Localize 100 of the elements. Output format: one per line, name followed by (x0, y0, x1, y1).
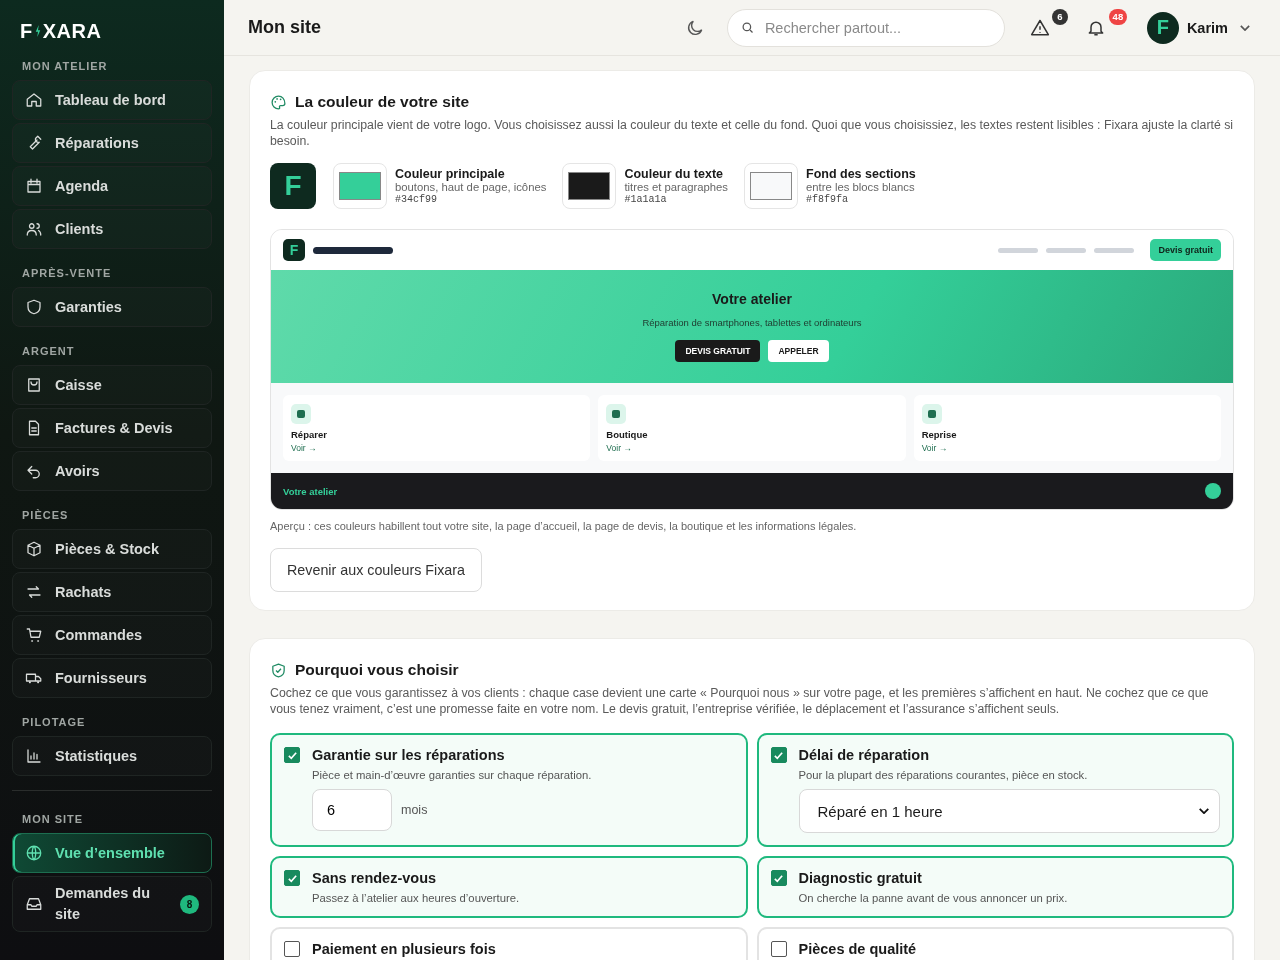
unit-label: mois (401, 803, 428, 817)
nav-item[interactable]: Avoirs (12, 451, 212, 491)
user-menu[interactable]: F Karim (1146, 11, 1250, 44)
placeholder-bar (1094, 247, 1135, 253)
checkbox[interactable] (770, 870, 787, 886)
count-badge: 6 (1051, 8, 1068, 25)
number-field[interactable]: 6 (312, 789, 392, 831)
placeholder-bar (998, 247, 1039, 253)
nav-icon (25, 895, 43, 913)
swatch-label: Couleur principale (395, 167, 506, 181)
nav-icon (25, 583, 43, 601)
preview-card-title: Réparer (291, 429, 328, 440)
nav-item[interactable]: Rachats (12, 572, 212, 612)
nav-item[interactable]: Factures & Devis (12, 408, 212, 448)
nav-icon (25, 540, 43, 558)
nav-item[interactable]: Réparations (12, 123, 212, 163)
card-description: La couleur principale vient de votre logo. Vous choisissez aussi la couleur du texte et celle du fond. Quoi que vous choisissiez, les textes restent lisibles : Fixara ajuste la clarté si besoin. (270, 117, 1234, 149)
option-title: Garantie sur les réparations (312, 747, 505, 763)
section-heading: ARGENT (21, 344, 76, 359)
nav-icon (25, 626, 43, 644)
option-card[interactable]: Diagnostic gratuit On cherche la panne avant de vous annoncer un prix. (756, 856, 1234, 918)
placeholder-bar (1046, 247, 1087, 253)
reset-button[interactable]: Revenir aux couleurs Fixara (270, 548, 482, 592)
hero-subtitle: Réparation de smartphones, tablettes et ordinateurs (642, 317, 862, 328)
section-heading: APRÈS-VENTE (21, 266, 113, 281)
nav-item[interactable]: Vue d’ensemble (12, 833, 212, 873)
card-description: Cochez ce que vous garantissez à vos clients : chaque case devient une carte « Pourquoi nous » sur votre page, et les premières s’affichent en haut. Ne cochez que ce que vous tenez vraiment, c’est une promesse faite en votre nom. Le devis gratuit, l’entreprise vérifiée, le déplacement et l’assurance s’affichent seuls. (270, 685, 1210, 717)
section-heading: PILOTAGE (21, 715, 87, 730)
page-title: Mon site (248, 17, 322, 38)
search-input[interactable]: Rechercher partout... (762, 18, 992, 37)
nav-icon (25, 747, 43, 765)
option-title: Diagnostic gratuit (798, 870, 922, 886)
nav-item[interactable]: Caisse (12, 365, 212, 405)
warning-icon (1029, 17, 1050, 38)
nav-item[interactable]: Statistiques (12, 736, 212, 776)
swatch-label: Couleur du texte (624, 167, 724, 181)
checkbox[interactable] (770, 747, 787, 763)
hex-code: #1a1a1a (624, 194, 668, 205)
option-card[interactable]: Paiement en plusieurs fois (270, 927, 748, 960)
checkbox[interactable] (284, 941, 300, 957)
preview-card-title: Reprise (921, 429, 958, 440)
avatar: F (1146, 11, 1179, 44)
nav-item[interactable]: Commandes (12, 615, 212, 655)
preview-card-title: Boutique (606, 429, 649, 440)
count-badge: 8 (180, 894, 199, 914)
select-field[interactable]: Réparé en 1 heure (798, 789, 1220, 833)
nav-item[interactable]: Fournisseurs (12, 658, 212, 698)
square-icon (291, 404, 311, 424)
hex-code: #f8f9fa (806, 194, 849, 205)
checkbox[interactable] (770, 941, 787, 957)
color-picker[interactable] (562, 163, 617, 209)
option-description: On cherche la panne avant de vous annoncer un prix. (798, 892, 1069, 904)
color-picker[interactable] (333, 163, 387, 209)
hero-title: Votre atelier (712, 291, 792, 307)
swatch-hint: titres et paragraphes (624, 181, 728, 193)
checkbox[interactable] (284, 747, 300, 763)
section-heading: MON ATELIER (21, 59, 109, 74)
option-description: Pièce et main-d’œuvre garanties sur chaque réparation. (312, 769, 593, 781)
option-card[interactable]: Sans rendez-vous Passez à l’atelier aux heures d’ouverture. (270, 856, 748, 918)
option-title: Délai de réparation (798, 747, 930, 763)
option-card[interactable]: Délai de réparation Pour la plupart des réparations courantes, pièce en stock. Réparé en 1 heure (756, 733, 1234, 847)
nav-icon (25, 91, 43, 109)
search-field[interactable]: Rechercher partout... (726, 8, 1005, 47)
option-card[interactable]: Pièces de qualité (756, 927, 1234, 960)
nav-icon (25, 220, 43, 238)
option-description: Pour la plupart des réparations courantes, pièce en stock. (798, 769, 1089, 781)
checkbox[interactable] (284, 870, 300, 886)
nav-item[interactable]: Tableau de bord (12, 80, 212, 120)
swatch-label: Fond des sections (806, 167, 916, 181)
card-title: Pourquoi vous choisir (295, 661, 459, 679)
preview-logo: F (283, 239, 305, 261)
nav-item[interactable]: Demandes du site 8 (12, 876, 212, 932)
nav-item[interactable]: Pièces & Stock (12, 529, 212, 569)
preview-note: Aperçu : ces couleurs habillent tout votre site, la page d’accueil, la page de devis, la boutique et les informations légales. (270, 520, 858, 532)
option-title: Paiement en plusieurs fois (312, 941, 496, 957)
hex-code: #34cf99 (395, 194, 438, 205)
color-picker[interactable] (744, 163, 798, 209)
count-badge: 48 (1108, 8, 1127, 25)
nav-icon (25, 844, 43, 862)
nav-icon (25, 177, 43, 195)
card-title: La couleur de votre site (295, 93, 469, 111)
footer-text: Votre atelier (283, 485, 338, 497)
option-title: Pièces de qualité (798, 941, 917, 957)
logo-tile: F (270, 163, 316, 209)
section-heading: PIÈCES (21, 508, 70, 523)
swatch-hint: entre les blocs blancs (806, 181, 916, 193)
shield-check-icon (270, 661, 287, 679)
chevron-icon (1199, 808, 1209, 814)
option-card[interactable]: Garantie sur les réparations Pièce et main-d’œuvre garanties sur chaque réparation. 6 mois (270, 733, 748, 847)
swatch-hint: boutons, haut de page, icônes (395, 181, 547, 193)
nav-item[interactable]: Agenda (12, 166, 212, 206)
palette-icon (270, 93, 287, 111)
square-icon (606, 404, 627, 424)
dot-icon (1205, 483, 1221, 499)
bolt-icon (34, 24, 41, 38)
option-description: Passez à l’atelier aux heures d’ouverture. (312, 892, 521, 904)
option-title: Sans rendez-vous (312, 870, 437, 886)
nav-item[interactable]: Clients (12, 209, 212, 249)
square-icon (921, 404, 942, 424)
nav-item[interactable]: Garanties (12, 287, 212, 327)
